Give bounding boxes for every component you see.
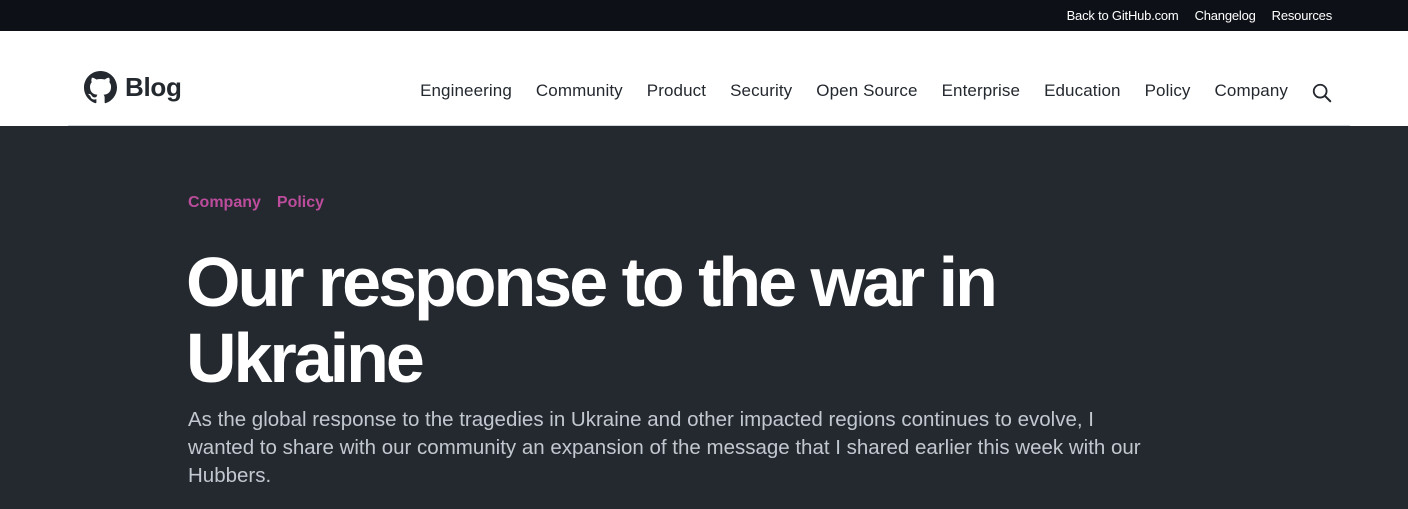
nav-community[interactable]: Community — [536, 81, 623, 101]
resources-link[interactable]: Resources — [1272, 8, 1333, 23]
blog-title: Blog — [125, 72, 182, 102]
top-utility-bar: Back to GitHub.com Changelog Resources — [0, 0, 1408, 31]
nav-security[interactable]: Security — [730, 81, 792, 101]
nav-policy[interactable]: Policy — [1145, 81, 1191, 101]
nav-product[interactable]: Product — [647, 81, 706, 101]
tag-policy[interactable]: Policy — [277, 194, 324, 212]
github-octocat-icon — [84, 71, 117, 104]
nav-open-source[interactable]: Open Source — [816, 81, 917, 101]
back-to-github-link[interactable]: Back to GitHub.com — [1067, 8, 1179, 23]
site-header: Blog Engineering Community Product Secur… — [0, 31, 1408, 126]
category-nav: Engineering Community Product Security O… — [396, 81, 1288, 101]
article-hero: Company Policy Our response to the war i… — [0, 126, 1408, 509]
changelog-link[interactable]: Changelog — [1195, 8, 1256, 23]
nav-engineering[interactable]: Engineering — [420, 81, 512, 101]
article-excerpt: As the global response to the tragedies … — [188, 408, 1141, 487]
article-title: Our response to the war in Ukraine — [186, 243, 998, 397]
tag-company[interactable]: Company — [188, 194, 261, 212]
search-icon[interactable] — [1311, 82, 1333, 104]
nav-company[interactable]: Company — [1215, 81, 1288, 101]
nav-enterprise[interactable]: Enterprise — [942, 81, 1020, 101]
article-tags: Company Policy — [188, 194, 340, 212]
blog-home-link[interactable]: Blog — [84, 71, 182, 104]
nav-education[interactable]: Education — [1044, 81, 1121, 101]
